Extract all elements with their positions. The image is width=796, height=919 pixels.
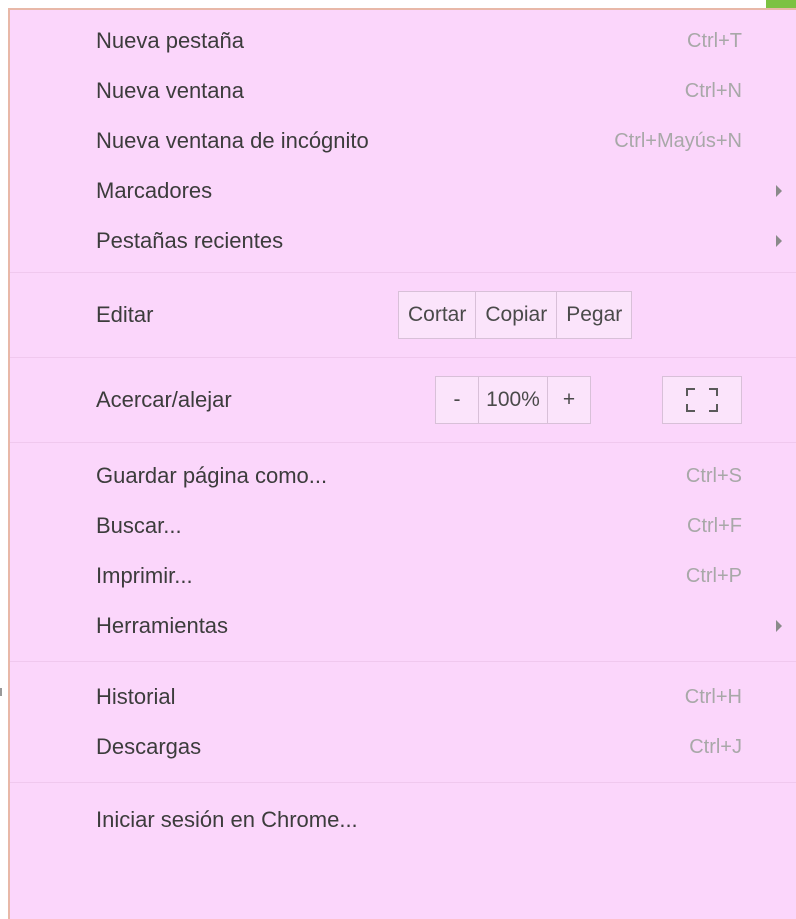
- menu-item-recent-tabs[interactable]: Pestañas recientes: [10, 216, 796, 266]
- shortcut-label: Ctrl+P: [685, 564, 742, 587]
- shortcut-label: Ctrl+F: [687, 514, 742, 537]
- menu-section-page: Guardar página como... Ctrl+S Buscar... …: [10, 443, 796, 662]
- shortcut-label: Ctrl+S: [685, 464, 742, 487]
- submenu-arrow-icon: [776, 235, 782, 247]
- menu-item-label: Descargas: [96, 734, 202, 759]
- shortcut-label: Ctrl+H: [684, 685, 742, 708]
- shortcut-label: Ctrl+N: [684, 79, 742, 102]
- menu-section-history: Historial Ctrl+H Descargas Ctrl+J: [10, 662, 796, 783]
- menu-section-zoom: Acercar/alejar - 100% +: [10, 358, 796, 443]
- zoom-row: Acercar/alejar - 100% +: [10, 358, 796, 442]
- menu-item-label: Marcadores: [96, 178, 213, 203]
- edit-row: Editar Cortar Copiar Pegar: [10, 273, 796, 357]
- shortcut-label: Ctrl+Mayús+N: [614, 129, 742, 152]
- edge-tick: [0, 688, 2, 696]
- edit-button-group: Cortar Copiar Pegar: [398, 291, 633, 339]
- menu-item-label: Buscar...: [96, 513, 182, 538]
- menu-item-label: Nueva ventana: [96, 78, 244, 103]
- menu-item-print[interactable]: Imprimir... Ctrl+P: [10, 551, 796, 601]
- submenu-arrow-icon: [776, 620, 782, 632]
- menu-item-sign-in-chrome[interactable]: Iniciar sesión en Chrome...: [10, 795, 796, 845]
- fullscreen-button[interactable]: [662, 376, 742, 424]
- menu-item-new-tab[interactable]: Nueva pestaña Ctrl+T: [10, 16, 796, 66]
- chrome-context-menu: Nueva pestaña Ctrl+T Nueva ventana Ctrl+…: [8, 8, 796, 919]
- menu-item-find[interactable]: Buscar... Ctrl+F: [10, 501, 796, 551]
- fullscreen-icon: [686, 388, 718, 412]
- menu-item-bookmarks[interactable]: Marcadores: [10, 166, 796, 216]
- menu-section-signin: Iniciar sesión en Chrome...: [10, 783, 796, 845]
- menu-item-label: Guardar página como...: [96, 463, 328, 488]
- shortcut-label: Ctrl+T: [687, 29, 742, 52]
- menu-item-save-page[interactable]: Guardar página como... Ctrl+S: [10, 451, 796, 501]
- menu-item-label: Iniciar sesión en Chrome...: [96, 807, 358, 832]
- menu-item-history[interactable]: Historial Ctrl+H: [10, 672, 796, 722]
- zoom-level: 100%: [479, 377, 548, 423]
- zoom-out-button[interactable]: -: [436, 377, 479, 423]
- zoom-in-button[interactable]: +: [548, 377, 590, 423]
- zoom-button-group: - 100% +: [435, 376, 591, 424]
- menu-item-new-window[interactable]: Nueva ventana Ctrl+N: [10, 66, 796, 116]
- submenu-arrow-icon: [776, 185, 782, 197]
- copy-button[interactable]: Copiar: [476, 292, 558, 338]
- shortcut-label: Ctrl+J: [689, 735, 742, 758]
- menu-item-label: Nueva pestaña: [96, 28, 244, 53]
- menu-section-window: Nueva pestaña Ctrl+T Nueva ventana Ctrl+…: [10, 10, 796, 273]
- cut-button[interactable]: Cortar: [399, 292, 477, 338]
- edit-label: Editar: [96, 302, 154, 327]
- zoom-label: Acercar/alejar: [96, 387, 232, 412]
- menu-section-edit: Editar Cortar Copiar Pegar: [10, 273, 796, 358]
- menu-item-label: Herramientas: [96, 613, 229, 638]
- paste-button[interactable]: Pegar: [557, 292, 631, 338]
- menu-item-label: Historial: [96, 684, 176, 709]
- menu-item-incognito-window[interactable]: Nueva ventana de incógnito Ctrl+Mayús+N: [10, 116, 796, 166]
- menu-item-label: Pestañas recientes: [96, 228, 284, 253]
- menu-item-label: Nueva ventana de incógnito: [96, 128, 369, 153]
- menu-item-downloads[interactable]: Descargas Ctrl+J: [10, 722, 796, 772]
- menu-item-tools[interactable]: Herramientas: [10, 601, 796, 651]
- menu-item-label: Imprimir...: [96, 563, 193, 588]
